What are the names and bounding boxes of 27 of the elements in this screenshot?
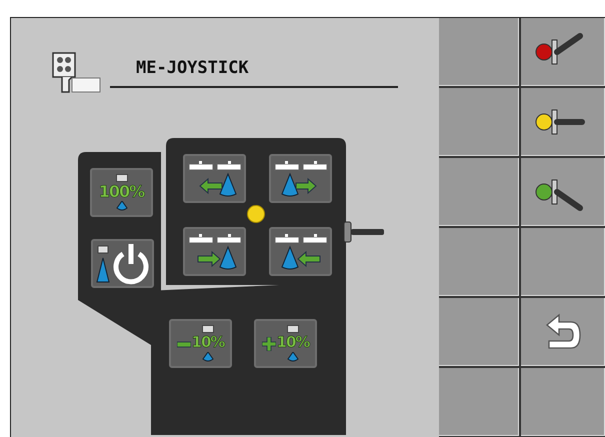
nozzle-icon [116, 174, 128, 182]
drop-icon [202, 352, 214, 362]
back-icon [545, 313, 581, 351]
power-button[interactable] [91, 239, 154, 288]
page-title: ME-JOYSTICK [136, 58, 249, 78]
section-shift-button[interactable] [269, 227, 332, 276]
section-shift-button[interactable] [269, 154, 332, 203]
plus-icon [262, 336, 276, 350]
decrease-rate-button[interactable]: 10% [169, 319, 232, 368]
nozzle-power-icon [94, 242, 150, 286]
lever-position-button[interactable] [521, 88, 605, 158]
section-shift-button[interactable] [183, 154, 246, 203]
section-arrow-icon [274, 232, 328, 270]
joystick-module-icon [52, 52, 102, 94]
full-rate-button[interactable]: 100% [90, 168, 153, 217]
nozzle-icon [202, 325, 214, 333]
section-arrow-icon [274, 160, 328, 198]
drop-icon [287, 352, 299, 362]
lever-position-button[interactable] [521, 158, 605, 228]
nozzle-icon [287, 325, 299, 333]
lever-position-button[interactable] [521, 18, 605, 88]
section-arrow-icon [188, 160, 242, 198]
increase-rate-button[interactable]: 10% [254, 319, 317, 368]
back-button[interactable] [521, 298, 605, 368]
section-arrow-icon [188, 232, 242, 270]
drop-icon [116, 201, 128, 211]
section-shift-button[interactable] [183, 227, 246, 276]
